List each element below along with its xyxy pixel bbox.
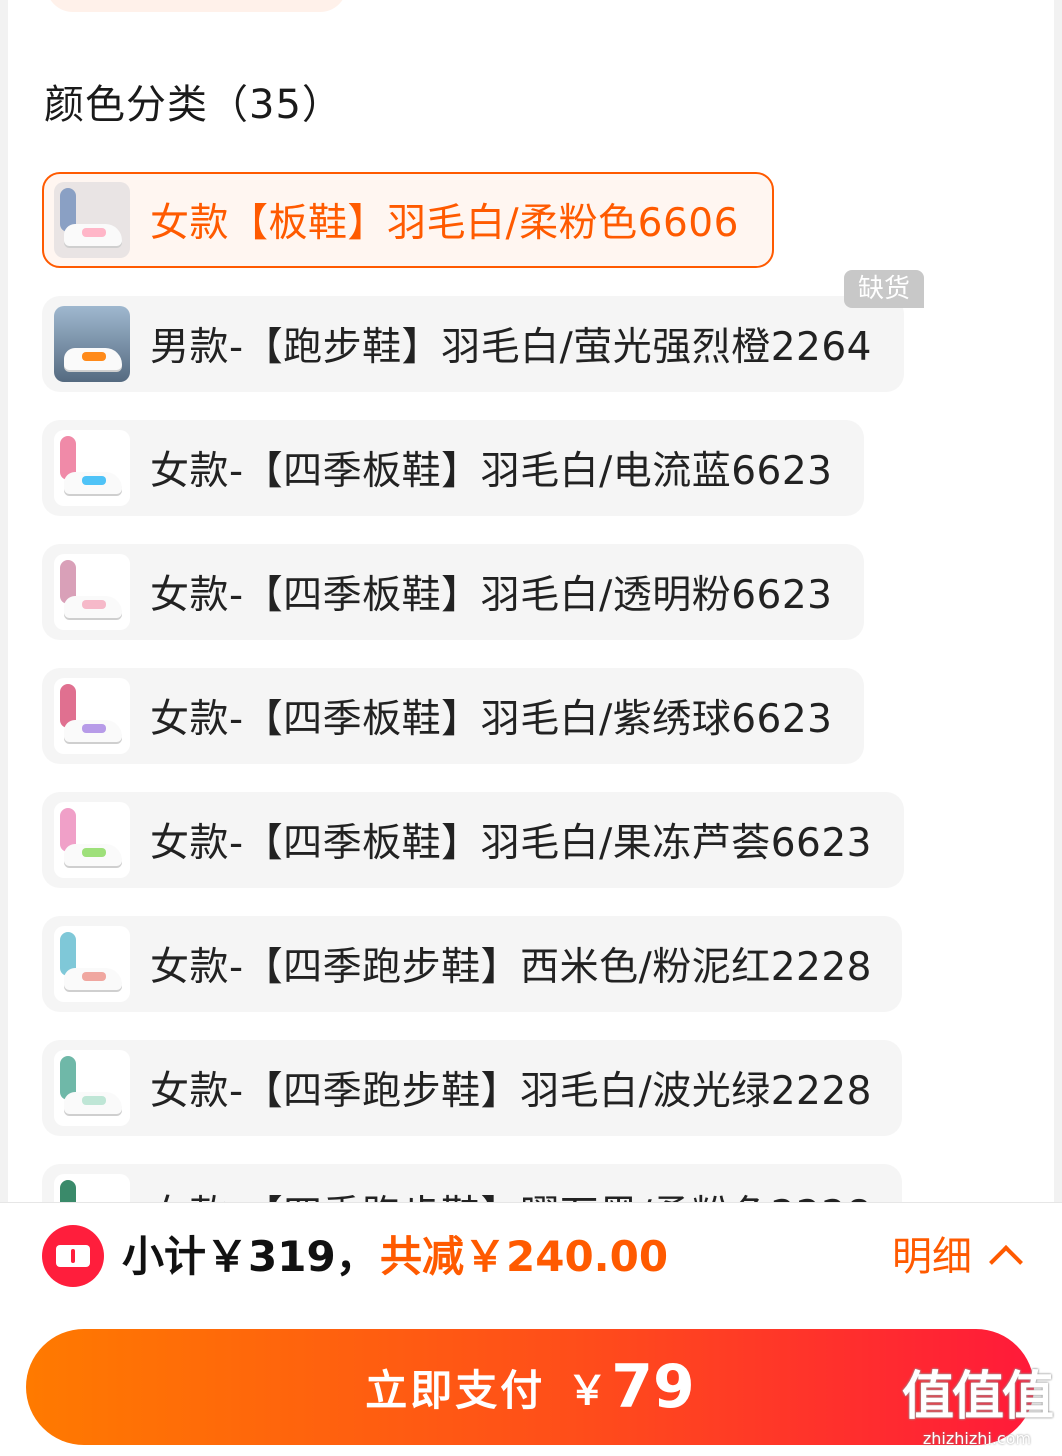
detail-toggle[interactable]: 明细 <box>892 1227 1023 1287</box>
shoe-accent <box>82 600 106 609</box>
option-thumbnail <box>54 182 130 258</box>
option-thumbnail <box>54 306 130 382</box>
chevron-up-icon <box>989 1245 1023 1279</box>
option-thumbnail <box>54 926 130 1002</box>
color-option[interactable]: 女款【板鞋】羽毛白/柔粉色6606 <box>42 172 774 268</box>
pay-currency: ￥ <box>567 1368 608 1414</box>
subtotal-text: 小计￥319， <box>122 1232 378 1281</box>
shoe-accent <box>82 724 106 733</box>
coupon-ticket-icon <box>42 1225 104 1287</box>
color-option-label: 女款-【四季跑步鞋】曜石黑/柔粉色2228 <box>150 1184 872 1202</box>
watermark-title: 值值值 <box>901 1367 1054 1427</box>
color-option-label: 女款-【四季板鞋】羽毛白/透明粉6623 <box>150 573 833 618</box>
shoe-accent <box>82 476 106 485</box>
site-watermark: 值值值 zhizhizhi.com <box>901 1354 1054 1448</box>
color-option[interactable]: 女款-【四季跑步鞋】曜石黑/柔粉色2228 <box>42 1164 902 1202</box>
color-option[interactable]: 女款-【四季板鞋】羽毛白/果冻芦荟6623 <box>42 792 904 888</box>
recommend-row: 找 看見人的推荐 查看尺码 › <box>8 0 1054 12</box>
shoe-accent <box>82 228 106 237</box>
shoe-accent <box>82 848 106 857</box>
pay-amount: 79 <box>611 1352 695 1422</box>
checkout-bar: 小计￥319， 共减￥240.00 明细 立即支付 ￥ 79 值值值 zhizh… <box>0 1202 1062 1456</box>
shoe-accent <box>82 352 106 361</box>
color-option[interactable]: 女款-【四季跑步鞋】羽毛白/波光绿2228 <box>42 1040 902 1136</box>
recommend-pill[interactable]: 找 看見人的推荐 <box>46 0 347 12</box>
color-option[interactable]: 女款-【四季板鞋】羽毛白/透明粉6623 <box>42 544 864 640</box>
option-thumbnail <box>54 430 130 506</box>
sold-out-badge: 缺货 <box>844 270 924 308</box>
color-option-label: 女款-【四季跑步鞋】西米色/粉泥红2228 <box>150 945 872 990</box>
discount-text: 共减￥240.00 <box>380 1232 669 1281</box>
option-thumbnail <box>54 554 130 630</box>
shoe-accent <box>82 1096 106 1105</box>
option-thumbnail <box>54 678 130 754</box>
pay-now-button[interactable]: 立即支付 ￥ 79 <box>26 1329 1034 1445</box>
color-option-label: 女款-【四季板鞋】羽毛白/果冻芦荟6623 <box>150 821 872 866</box>
color-option-label: 女款-【四季板鞋】羽毛白/紫绣球6623 <box>150 697 833 742</box>
option-thumbnail <box>54 802 130 878</box>
color-option-list: 女款【板鞋】羽毛白/柔粉色6606 男款-【跑步鞋】羽毛白/萤光强烈橙2264 … <box>42 172 1042 1202</box>
color-option[interactable]: 女款-【四季跑步鞋】西米色/粉泥红2228 <box>42 916 902 1012</box>
detail-label: 明细 <box>892 1234 972 1280</box>
color-option-label: 女款【板鞋】羽毛白/柔粉色6606 <box>150 201 739 246</box>
shoe-accent <box>82 972 106 981</box>
color-option-label: 男款-【跑步鞋】羽毛白/萤光强烈橙2264 <box>150 325 872 370</box>
color-option-label: 女款-【四季板鞋】羽毛白/电流蓝6623 <box>150 449 833 494</box>
color-option[interactable]: 男款-【跑步鞋】羽毛白/萤光强烈橙2264 <box>42 296 904 392</box>
color-option[interactable]: 女款-【四季板鞋】羽毛白/紫绣球6623 <box>42 668 864 764</box>
option-thumbnail <box>54 1174 130 1202</box>
watermark-site: zhizhizhi.com <box>922 1429 1032 1448</box>
color-option-label: 女款-【四季跑步鞋】羽毛白/波光绿2228 <box>150 1069 872 1114</box>
color-option[interactable]: 女款-【四季板鞋】羽毛白/电流蓝6623 <box>42 420 864 516</box>
pay-button-label: 立即支付 <box>365 1365 546 1415</box>
option-thumbnail <box>54 1050 130 1126</box>
size-chart-link[interactable]: 查看尺码 › <box>846 0 1006 12</box>
color-section-title: 颜色分类（35） <box>44 82 343 128</box>
